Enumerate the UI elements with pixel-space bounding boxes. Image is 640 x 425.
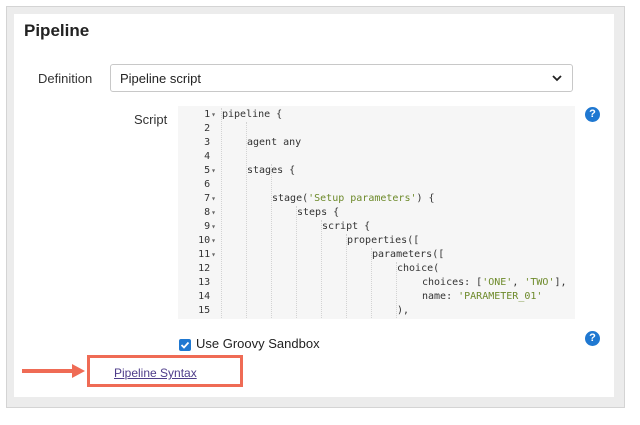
fold-toggle-icon[interactable]: ▾	[211, 110, 216, 119]
fold-toggle-icon[interactable]: ▾	[211, 250, 216, 259]
line-number: 7▾	[204, 193, 216, 204]
line-number: 10▾	[198, 235, 216, 246]
code-line: steps {	[297, 207, 340, 218]
sandbox-label: Use Groovy Sandbox	[196, 336, 320, 351]
code-line: properties([	[347, 235, 420, 246]
line-number: 2	[178, 122, 216, 136]
fold-toggle-icon[interactable]: ▾	[211, 236, 216, 245]
definition-select[interactable]: Pipeline script	[110, 64, 573, 92]
code-line: script {	[322, 221, 371, 232]
definition-selected-value: Pipeline script	[120, 71, 201, 86]
checkmark-icon	[180, 341, 190, 349]
help-icon[interactable]: ?	[585, 107, 600, 122]
fold-toggle-icon	[211, 306, 216, 315]
indent-guide	[221, 108, 222, 319]
indent-guide	[321, 220, 322, 319]
code-line: choices: ['ONE', 'TWO'],	[422, 277, 567, 288]
line-number: 1▾	[204, 109, 216, 120]
sandbox-checkbox[interactable]	[179, 339, 191, 351]
line-number: 3	[178, 136, 216, 150]
fold-toggle-icon	[211, 124, 216, 133]
line-number: 9▾	[204, 221, 216, 232]
chevron-down-icon	[552, 75, 562, 82]
fold-toggle-icon[interactable]: ▾	[211, 222, 216, 231]
fold-toggle-icon	[211, 152, 216, 161]
fold-toggle-icon	[211, 264, 216, 273]
fold-toggle-icon	[211, 292, 216, 301]
line-number: 4	[178, 150, 216, 164]
help-icon[interactable]: ?	[585, 331, 600, 346]
code-line: pipeline {	[222, 109, 283, 120]
code-line: name: 'PARAMETER_01'	[422, 291, 543, 302]
indent-guide	[296, 206, 297, 319]
line-number: 15	[178, 304, 216, 318]
fold-toggle-icon	[211, 278, 216, 287]
line-number: 6	[178, 178, 216, 192]
fold-toggle-icon	[211, 138, 216, 147]
fold-toggle-icon[interactable]: ▾	[211, 166, 216, 175]
line-number: 12	[178, 262, 216, 276]
code-line: ),	[397, 305, 410, 316]
script-editor[interactable]: 1▾ 2 3 4 5▾ 6 7▾ 8▾ 9▾ 10▾ 11▾ 12 13 14 15 pipe…	[178, 106, 575, 319]
script-label: Script	[134, 112, 168, 127]
section-title: Pipeline	[24, 21, 90, 40]
line-number: 11▾	[198, 249, 216, 260]
code-line: stage('Setup parameters') {	[272, 193, 435, 204]
code-line: agent any	[247, 137, 302, 148]
indent-guide	[271, 164, 272, 319]
arrow-right-icon	[22, 364, 85, 378]
fold-toggle-icon	[211, 180, 216, 189]
code-line: parameters([	[372, 249, 445, 260]
code-line: choice(	[397, 263, 440, 274]
code-line: stages {	[247, 165, 296, 176]
indent-guide	[246, 122, 247, 319]
line-number-gutter: 1▾ 2 3 4 5▾ 6 7▾ 8▾ 9▾ 10▾ 11▾ 12 13 14 15	[178, 106, 218, 319]
definition-label: Definition	[38, 71, 93, 86]
line-number: 8▾	[204, 207, 216, 218]
pipeline-syntax-link[interactable]: Pipeline Syntax	[114, 366, 197, 380]
fold-toggle-icon[interactable]: ▾	[211, 194, 216, 203]
line-number: 5▾	[204, 165, 216, 176]
line-number: 14	[178, 290, 216, 304]
fold-toggle-icon[interactable]: ▾	[211, 208, 216, 217]
line-number: 13	[178, 276, 216, 290]
